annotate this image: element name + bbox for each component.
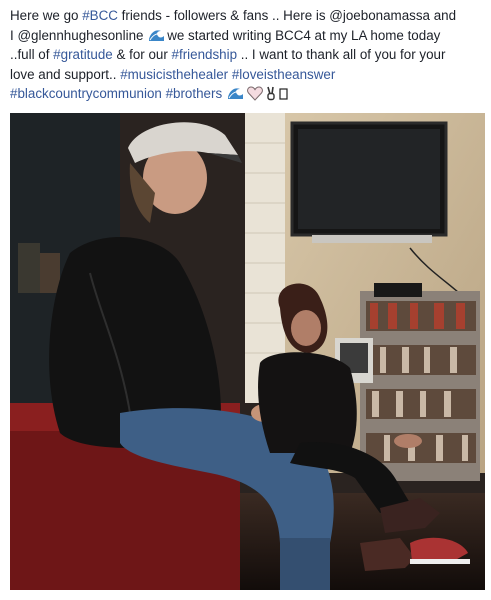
- unknown-glyph-icon: [279, 87, 288, 101]
- wave-icon: [227, 86, 245, 101]
- hashtag-musicisthehealer[interactable]: #musicisthehealer: [120, 67, 228, 82]
- victory-hand-icon: [265, 86, 277, 101]
- hashtag-gratitude[interactable]: #gratitude: [53, 47, 113, 62]
- caption-text: Here we go: [10, 8, 83, 23]
- caption-text: we started writing BCC4 at my LA home to…: [167, 27, 441, 43]
- caption-text: love and support..: [10, 66, 121, 82]
- caption-text: friends - followers & fans .. Here is @j…: [117, 8, 457, 23]
- caption-text: ..full of: [10, 47, 54, 62]
- hashtag-loveistheanswer[interactable]: #loveistheanswer: [232, 67, 335, 82]
- wave-icon: [148, 28, 166, 43]
- photo-image: [10, 113, 485, 590]
- hashtag-blackcountrycommunion[interactable]: #blackcountrycommunion: [10, 86, 162, 101]
- heart-icon: [247, 86, 263, 101]
- post-caption: Here we go #BCC friends - followers & fa…: [10, 6, 486, 104]
- caption-text: & for our: [112, 47, 172, 62]
- caption-text: I @glennhughesonline: [10, 27, 148, 43]
- post-photo[interactable]: [10, 113, 485, 590]
- hashtag-bcc[interactable]: #BCC: [82, 8, 118, 23]
- caption-text: .. I want to thank all of you for your: [237, 47, 446, 62]
- hashtag-brothers[interactable]: #brothers: [166, 86, 223, 101]
- hashtag-friendship[interactable]: #friendship: [172, 47, 238, 62]
- social-post: Here we go #BCC friends - followers & fa…: [0, 0, 491, 600]
